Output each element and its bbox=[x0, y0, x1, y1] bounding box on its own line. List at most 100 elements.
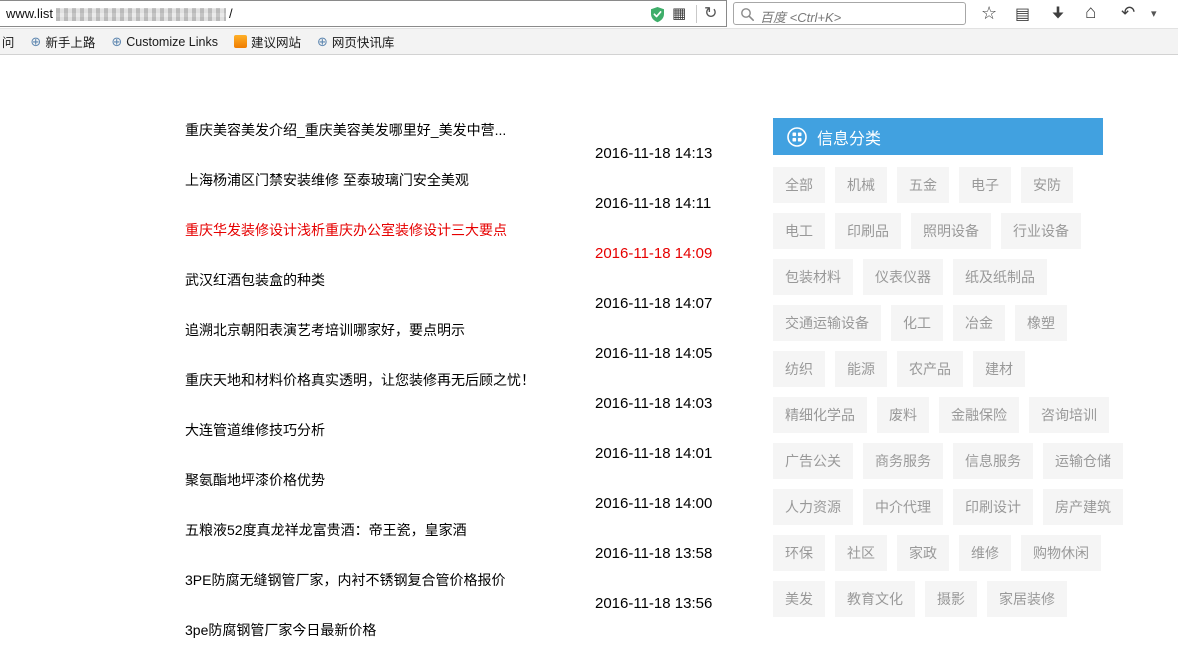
grid-circle-icon bbox=[787, 127, 807, 147]
category-button[interactable]: 行业设备 bbox=[1001, 213, 1081, 249]
qr-code-icon[interactable]: ▦ bbox=[672, 5, 686, 23]
bookmark-item[interactable]: ⊕ 新手上路 bbox=[30, 32, 95, 51]
security-shield-icon[interactable] bbox=[649, 6, 666, 23]
url-visible-suffix: / bbox=[229, 6, 233, 21]
article-list: 重庆美容美发介绍_重庆美容美发哪里好_美发中营... 2016-11-18 14… bbox=[185, 120, 770, 670]
search-box[interactable]: 百度 <Ctrl+K> bbox=[733, 2, 966, 25]
article-title-link[interactable]: 武汉红酒包装盒的种类 bbox=[185, 270, 325, 290]
download-icon[interactable] bbox=[1050, 5, 1066, 21]
category-button[interactable]: 金融保险 bbox=[939, 397, 1019, 433]
category-button[interactable]: 社区 bbox=[835, 535, 887, 571]
category-button[interactable]: 电工 bbox=[773, 213, 825, 249]
category-button[interactable]: 橡塑 bbox=[1015, 305, 1067, 341]
category-button[interactable]: 环保 bbox=[773, 535, 825, 571]
article-title-link[interactable]: 重庆美容美发介绍_重庆美容美发哪里好_美发中营... bbox=[185, 120, 506, 140]
reading-list-icon[interactable]: ▤ bbox=[1015, 4, 1030, 24]
article-title-link[interactable]: 大连管道维修技巧分析 bbox=[185, 420, 325, 440]
category-button[interactable]: 中介代理 bbox=[863, 489, 943, 525]
category-button[interactable]: 农产品 bbox=[897, 351, 963, 387]
category-row: 广告公关商务服务信息服务运输仓储 bbox=[773, 443, 1103, 479]
article-timestamp: 2016-11-18 14:01 bbox=[595, 445, 712, 462]
article-title-link[interactable]: 3PE防腐无缝钢管厂家，内衬不锈钢复合管价格报价 bbox=[185, 570, 505, 590]
url-visible-prefix: www.list bbox=[6, 6, 53, 21]
category-button[interactable]: 商务服务 bbox=[863, 443, 943, 479]
article-row: 重庆美容美发介绍_重庆美容美发哪里好_美发中营... 2016-11-18 14… bbox=[185, 120, 770, 170]
bookmark-label: Customize Links bbox=[126, 35, 218, 49]
category-button[interactable]: 机械 bbox=[835, 167, 887, 203]
bookmark-item[interactable]: ⊕ 网页快讯库 bbox=[317, 32, 394, 51]
globe-icon: ⊕ bbox=[317, 34, 328, 50]
category-row: 精细化学品废料金融保险咨询培训 bbox=[773, 397, 1103, 433]
bookmark-item[interactable]: ⊕ 问 bbox=[0, 32, 14, 51]
category-button[interactable]: 广告公关 bbox=[773, 443, 853, 479]
article-timestamp: 2016-11-18 13:56 bbox=[595, 595, 712, 612]
article-title-link[interactable]: 3pe防腐钢管厂家今日最新价格 bbox=[185, 620, 376, 640]
sidebar-header: 信息分类 bbox=[773, 118, 1103, 155]
category-button[interactable]: 购物休闲 bbox=[1021, 535, 1101, 571]
category-button[interactable]: 五金 bbox=[897, 167, 949, 203]
home-icon[interactable]: ⌂ bbox=[1085, 2, 1096, 24]
category-button[interactable]: 印刷品 bbox=[835, 213, 901, 249]
article-row: 追溯北京朝阳表演艺考培训哪家好，要点明示 2016-11-18 14:05 bbox=[185, 320, 770, 370]
category-button[interactable]: 冶金 bbox=[953, 305, 1005, 341]
bookmark-item[interactable]: ⊕ Customize Links bbox=[111, 34, 218, 50]
article-title-link[interactable]: 聚氨酯地坪漆价格优势 bbox=[185, 470, 325, 490]
category-button[interactable]: 纸及纸制品 bbox=[953, 259, 1047, 295]
category-button[interactable]: 运输仓储 bbox=[1043, 443, 1123, 479]
category-button[interactable]: 能源 bbox=[835, 351, 887, 387]
category-button[interactable]: 家居装修 bbox=[987, 581, 1067, 617]
category-button[interactable]: 纺织 bbox=[773, 351, 825, 387]
refresh-icon[interactable]: ↻ bbox=[704, 4, 717, 24]
category-button[interactable]: 包装材料 bbox=[773, 259, 853, 295]
category-button[interactable]: 家政 bbox=[897, 535, 949, 571]
category-button[interactable]: 房产建筑 bbox=[1043, 489, 1123, 525]
category-button[interactable]: 化工 bbox=[891, 305, 943, 341]
article-row: 重庆天地和材料价格真实透明，让您装修再无后顾之忧！ 2016-11-18 14:… bbox=[185, 370, 770, 420]
article-title-link[interactable]: 重庆天地和材料价格真实透明，让您装修再无后顾之忧！ bbox=[185, 370, 535, 390]
category-button[interactable]: 建材 bbox=[973, 351, 1025, 387]
category-button[interactable]: 照明设备 bbox=[911, 213, 991, 249]
category-button[interactable]: 摄影 bbox=[925, 581, 977, 617]
article-row: 聚氨酯地坪漆价格优势 2016-11-18 14:00 bbox=[185, 470, 770, 520]
category-button[interactable]: 美发 bbox=[773, 581, 825, 617]
category-button[interactable]: 安防 bbox=[1021, 167, 1073, 203]
bookmark-label: 新手上路 bbox=[45, 32, 95, 51]
bookmark-item[interactable]: 建议网站 bbox=[234, 32, 301, 51]
article-title-link[interactable]: 追溯北京朝阳表演艺考培训哪家好，要点明示 bbox=[185, 320, 465, 340]
article-title-link[interactable]: 上海杨浦区门禁安装维修 至泰玻璃门安全美观 bbox=[185, 170, 469, 190]
article-row: 武汉红酒包装盒的种类 2016-11-18 14:07 bbox=[185, 270, 770, 320]
category-row: 电工印刷品照明设备行业设备 bbox=[773, 213, 1103, 249]
category-button[interactable]: 咨询培训 bbox=[1029, 397, 1109, 433]
bookmarks-bar: ⊕ 问 ⊕ 新手上路 ⊕ Customize Links 建议网站 ⊕ 网页快讯… bbox=[0, 28, 1178, 55]
undo-icon[interactable]: ↶ bbox=[1121, 3, 1135, 23]
category-button[interactable]: 精细化学品 bbox=[773, 397, 867, 433]
article-title-link[interactable]: 五粮液52度真龙祥龙富贵酒：帝王瓷，皇家酒 bbox=[185, 520, 467, 540]
chevron-down-icon[interactable]: ▾ bbox=[1151, 7, 1157, 20]
category-row: 全部机械五金电子安防 bbox=[773, 167, 1103, 203]
category-row: 环保社区家政维修购物休闲 bbox=[773, 535, 1103, 571]
favorites-star-icon[interactable]: ☆ bbox=[981, 3, 997, 24]
category-button[interactable]: 电子 bbox=[959, 167, 1011, 203]
category-button[interactable]: 交通运输设备 bbox=[773, 305, 881, 341]
category-button[interactable]: 教育文化 bbox=[835, 581, 915, 617]
globe-icon: ⊕ bbox=[30, 34, 41, 50]
article-title-link[interactable]: 重庆华发装修设计浅析重庆办公室装修设计三大要点 bbox=[185, 220, 507, 240]
address-bar[interactable]: www.list / ▦ ↻ bbox=[0, 0, 727, 27]
article-timestamp: 2016-11-18 13:58 bbox=[595, 545, 712, 562]
category-button[interactable]: 印刷设计 bbox=[953, 489, 1033, 525]
category-button[interactable]: 废料 bbox=[877, 397, 929, 433]
bookmark-label: 网页快讯库 bbox=[332, 32, 395, 51]
article-row: 大连管道维修技巧分析 2016-11-18 14:01 bbox=[185, 420, 770, 470]
address-divider bbox=[696, 5, 697, 23]
category-button[interactable]: 仪表仪器 bbox=[863, 259, 943, 295]
category-button[interactable]: 维修 bbox=[959, 535, 1011, 571]
article-timestamp: 2016-11-18 14:00 bbox=[595, 495, 712, 512]
article-timestamp: 2016-11-18 14:03 bbox=[595, 395, 712, 412]
article-timestamp: 2016-11-18 14:13 bbox=[595, 145, 712, 162]
article-timestamp: 2016-11-18 14:09 bbox=[595, 245, 712, 262]
browser-topbar: www.list / ▦ ↻ 百度 <Ctrl+K> ☆ ▤ ⌂ ↶ ▾ bbox=[0, 0, 1178, 28]
category-button[interactable]: 全部 bbox=[773, 167, 825, 203]
category-button[interactable]: 人力资源 bbox=[773, 489, 853, 525]
category-button[interactable]: 信息服务 bbox=[953, 443, 1033, 479]
url-text: www.list / bbox=[6, 6, 233, 21]
